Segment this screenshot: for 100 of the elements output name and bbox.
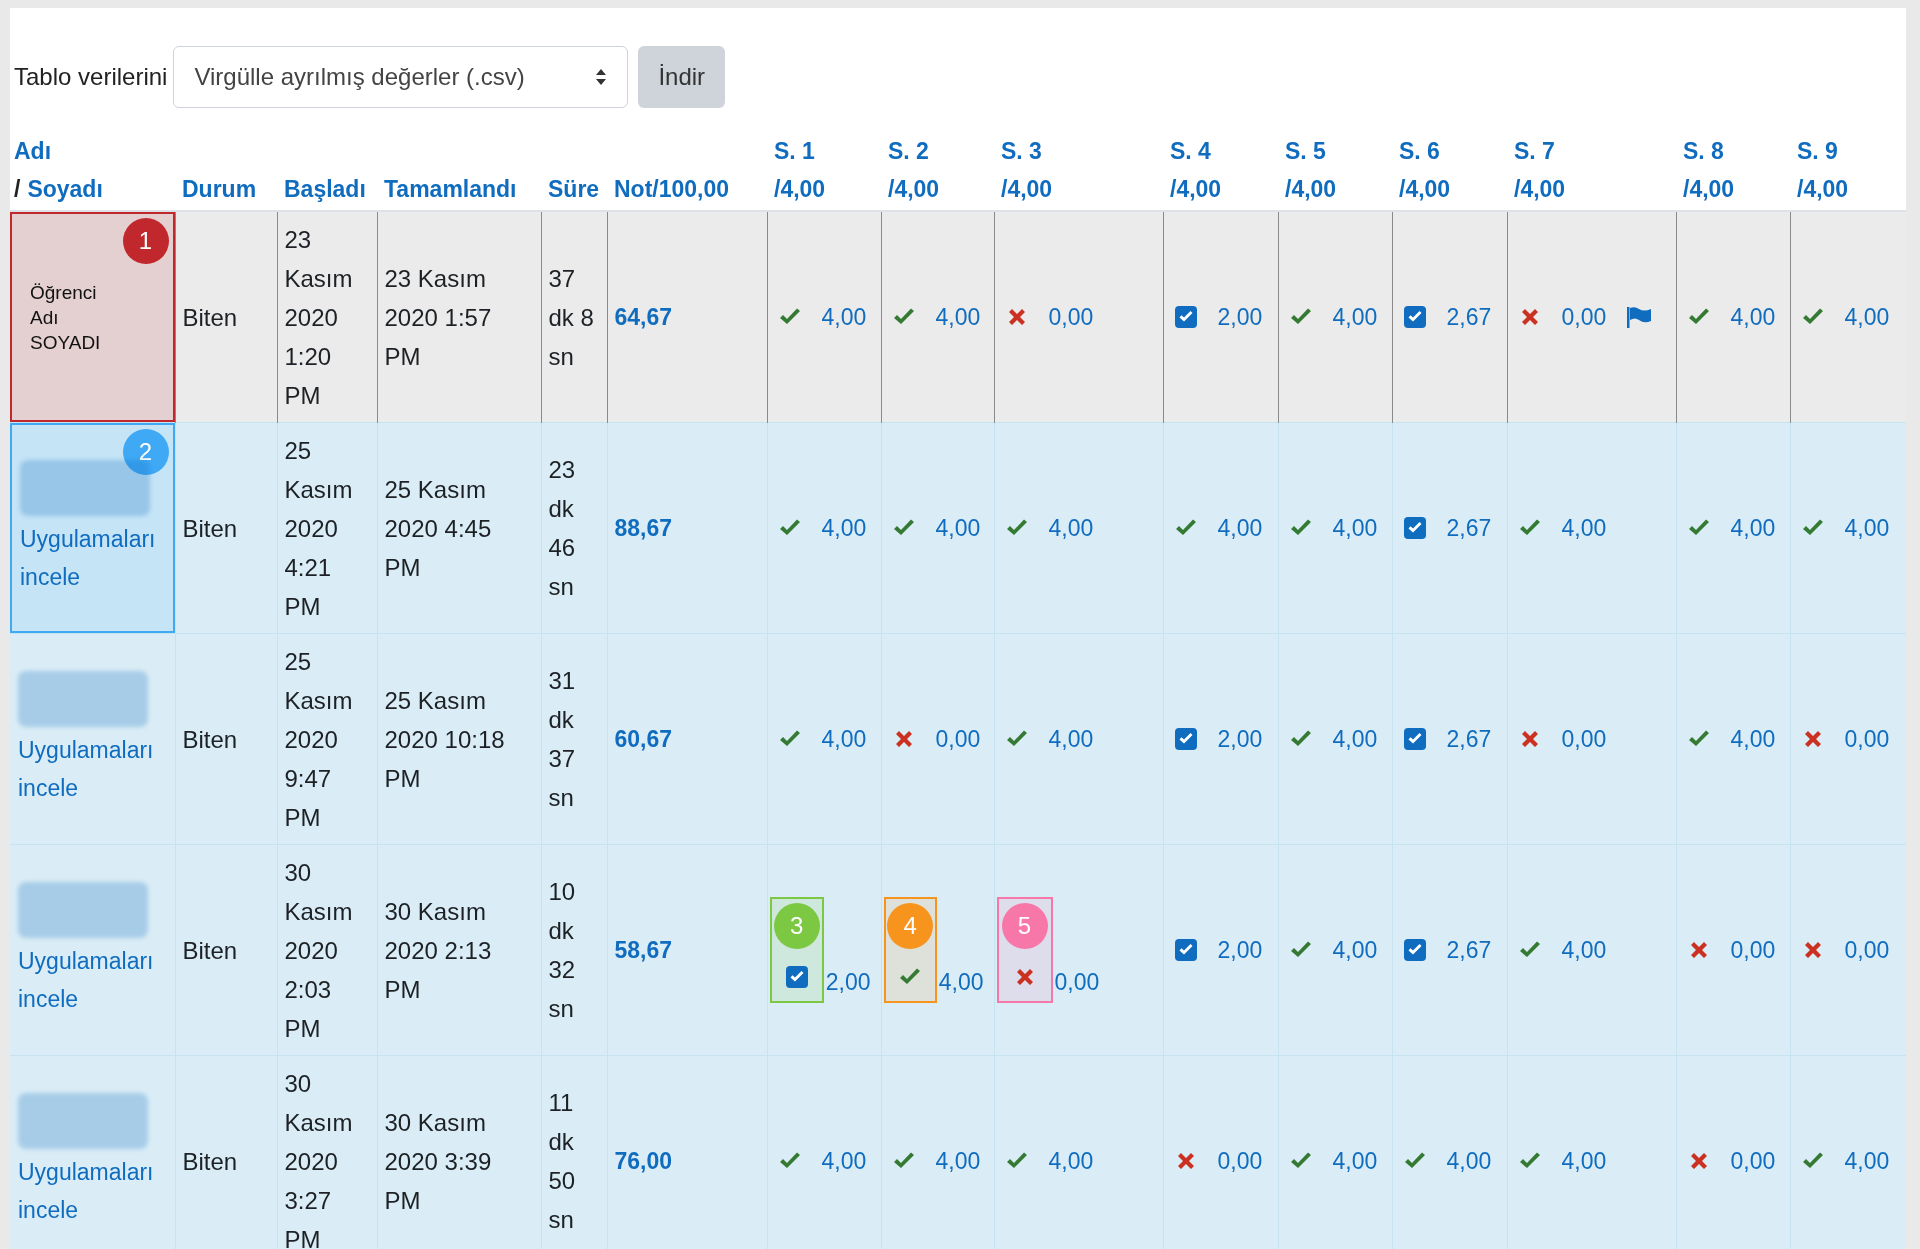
mark-link[interactable]: 4,00 bbox=[935, 510, 981, 546]
mark-link[interactable]: 4,00 bbox=[821, 299, 867, 335]
sort-arrows-icon bbox=[595, 68, 608, 86]
mark-link[interactable]: 4,00 bbox=[1048, 721, 1094, 757]
table-cell-text: 31 dk 37 sn bbox=[548, 666, 577, 813]
column-header-link[interactable]: Durum bbox=[182, 170, 270, 208]
format-select[interactable]: Virgülle ayrılmış değerler (.csv) bbox=[173, 46, 629, 108]
mark-link[interactable]: 0,00 bbox=[1561, 299, 1607, 335]
mark-link[interactable]: 0,00 bbox=[1730, 932, 1776, 968]
mark-link[interactable]: 4,00 bbox=[1844, 510, 1890, 546]
mark-link[interactable]: 4,00 bbox=[1561, 510, 1607, 546]
mark-link[interactable]: 2,00 bbox=[1217, 721, 1263, 757]
mark-link[interactable]: 4,00 bbox=[1332, 1143, 1378, 1179]
column-header-link[interactable]: S. 4 bbox=[1170, 132, 1271, 170]
mark-link[interactable]: 0,00 bbox=[1217, 1143, 1263, 1179]
table-cell-text: Biten bbox=[182, 1146, 239, 1177]
mark-link[interactable]: 4,00 bbox=[1048, 1143, 1094, 1179]
mark-link[interactable]: 4,00 bbox=[1844, 1143, 1890, 1179]
column-header-link[interactable]: Soyadı bbox=[27, 170, 103, 208]
max-mark-label: /4,00 bbox=[1683, 175, 1736, 204]
mark-link[interactable]: 4,00 bbox=[1332, 510, 1378, 546]
mark-link[interactable]: 4,00 bbox=[1332, 932, 1378, 968]
column-header-link[interactable]: Tamamlandı bbox=[384, 170, 534, 208]
mark-link[interactable]: 4,00 bbox=[1561, 1143, 1607, 1179]
flag-icon[interactable] bbox=[1626, 306, 1653, 328]
mark-link[interactable]: 4,00 bbox=[1730, 721, 1776, 757]
column-header-link[interactable]: S. 3 bbox=[1001, 132, 1156, 170]
mark-link[interactable]: 4,00 bbox=[821, 510, 867, 546]
table-cell-text: 37 dk 8 sn bbox=[548, 263, 595, 372]
download-button[interactable]: İndir bbox=[638, 46, 726, 108]
callout-number-badge: 2 bbox=[122, 429, 169, 475]
mark-link[interactable]: 2,00 bbox=[825, 964, 871, 1003]
table-cell-text: 30 Kasım 2020 2:03 PM bbox=[284, 857, 354, 1044]
column-header-link[interactable]: Adı bbox=[14, 132, 175, 170]
column-header-link[interactable]: S. 1 bbox=[774, 132, 874, 170]
mark-link[interactable]: 4,00 bbox=[1730, 299, 1776, 335]
column-header-link[interactable]: S. 5 bbox=[1285, 132, 1385, 170]
column-header-link[interactable]: Başladı bbox=[284, 170, 370, 208]
mark-link[interactable]: 4,00 bbox=[821, 721, 867, 757]
table-cell-text: 25 Kasım 2020 4:21 PM bbox=[284, 435, 354, 622]
grade-link[interactable]: 58,67 bbox=[614, 936, 673, 963]
grade-link[interactable]: 88,67 bbox=[614, 514, 673, 541]
table-cell-text: 23 Kasım 2020 1:57 PM bbox=[384, 263, 493, 372]
mark-link[interactable]: 2,00 bbox=[1217, 299, 1263, 335]
table-cell-text: 25 Kasım 2020 9:47 PM bbox=[284, 646, 354, 833]
column-header-link[interactable]: S. 7 bbox=[1514, 132, 1669, 170]
mark-link[interactable]: 0,00 bbox=[1561, 721, 1607, 757]
mark-link[interactable]: 0,00 bbox=[1844, 932, 1890, 968]
table-cell-text: Biten bbox=[182, 513, 239, 544]
table-cell-text: 25 Kasım 2020 10:18 PM bbox=[384, 685, 506, 794]
mark-link[interactable]: 2,00 bbox=[1217, 932, 1263, 968]
export-label: Tablo verilerini bbox=[14, 62, 168, 92]
review-link[interactable]: Uygulamaları incele bbox=[16, 731, 169, 807]
review-link[interactable]: Uygulamaları incele bbox=[16, 942, 169, 1018]
column-header-link[interactable]: Süre bbox=[548, 170, 600, 208]
mark-link[interactable]: 0,00 bbox=[935, 721, 981, 757]
grade-link[interactable]: 76,00 bbox=[614, 1147, 673, 1174]
mark-link[interactable]: 4,00 bbox=[935, 1143, 981, 1179]
mark-link[interactable]: 4,00 bbox=[821, 1143, 867, 1179]
column-header-link[interactable]: S. 9 bbox=[1797, 132, 1899, 170]
mark-link[interactable]: 0,00 bbox=[1048, 299, 1094, 335]
mark-link[interactable]: 4,00 bbox=[1048, 510, 1094, 546]
column-header-link[interactable]: S. 2 bbox=[888, 132, 987, 170]
review-link[interactable]: Uygulamaları incele bbox=[18, 520, 167, 596]
table-cell-text: 23 Kasım 2020 1:20 PM bbox=[284, 224, 354, 411]
mark-link[interactable]: 4,00 bbox=[1446, 1143, 1492, 1179]
mark-link[interactable]: 4,00 bbox=[938, 964, 984, 1003]
table-cell-text: 10 dk 32 sn bbox=[548, 877, 577, 1024]
grade-link[interactable]: 64,67 bbox=[614, 303, 673, 330]
mark-link[interactable]: 4,00 bbox=[1217, 510, 1263, 546]
table-cell-text: 23 dk 46 sn bbox=[548, 455, 577, 602]
mark-link[interactable]: 0,00 bbox=[1844, 721, 1890, 757]
table-cell-text: Biten bbox=[182, 302, 239, 333]
review-link[interactable]: Uygulamaları incele bbox=[16, 1153, 169, 1229]
table-cell-text: 11 dk 50 sn bbox=[548, 1088, 577, 1235]
grade-link[interactable]: 60,67 bbox=[614, 725, 673, 752]
mark-link[interactable]: 4,00 bbox=[1844, 299, 1890, 335]
student-name: Öğrenci Adı SOYADI bbox=[29, 280, 102, 355]
mark-link[interactable]: 2,67 bbox=[1446, 932, 1492, 968]
column-header-link[interactable]: S. 6 bbox=[1399, 132, 1500, 170]
callout-number-badge: 4 bbox=[887, 903, 934, 949]
table-cell-text: Biten bbox=[182, 724, 239, 755]
mark-link[interactable]: 4,00 bbox=[1332, 721, 1378, 757]
max-mark-label: /4,00 bbox=[888, 175, 941, 204]
max-mark-label: /4,00 bbox=[774, 175, 827, 204]
column-header-link[interactable]: Not/100,00 bbox=[614, 170, 760, 208]
mark-link[interactable]: 4,00 bbox=[1561, 932, 1607, 968]
callout-number-badge: 5 bbox=[1001, 903, 1048, 949]
max-mark-label: /4,00 bbox=[1285, 175, 1338, 204]
mark-link[interactable]: 4,00 bbox=[1730, 510, 1776, 546]
mark-link[interactable]: 4,00 bbox=[1332, 299, 1378, 335]
column-header-link[interactable]: S. 8 bbox=[1683, 132, 1783, 170]
mark-link[interactable]: 0,00 bbox=[1730, 1143, 1776, 1179]
mark-link[interactable]: 0,00 bbox=[1054, 964, 1100, 1003]
table-cell-text: 30 Kasım 2020 3:27 PM bbox=[284, 1068, 354, 1249]
mark-link[interactable]: 2,67 bbox=[1446, 299, 1492, 335]
mark-link[interactable]: 2,67 bbox=[1446, 721, 1492, 757]
mark-link[interactable]: 2,67 bbox=[1446, 510, 1492, 546]
mark-link[interactable]: 4,00 bbox=[935, 299, 981, 335]
table-cell-text: 30 Kasım 2020 2:13 PM bbox=[384, 896, 493, 1005]
